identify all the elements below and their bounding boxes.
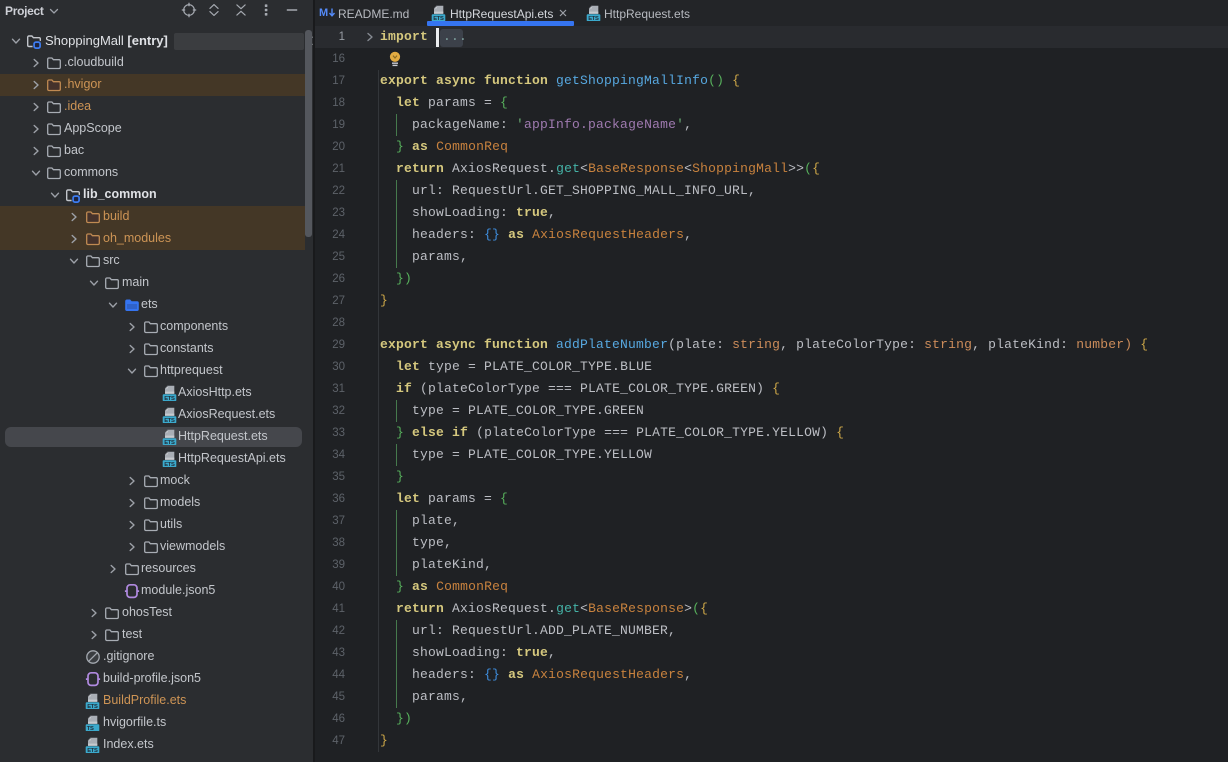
svg-text:ETS: ETS	[87, 704, 98, 709]
svg-text:ETS: ETS	[164, 396, 175, 401]
svg-text:ETS: ETS	[87, 748, 98, 753]
svg-text:ETS: ETS	[164, 440, 175, 445]
svg-text:ETS: ETS	[164, 418, 175, 423]
svg-text:ETS: ETS	[164, 462, 175, 467]
svg-text:TS: TS	[87, 726, 94, 731]
